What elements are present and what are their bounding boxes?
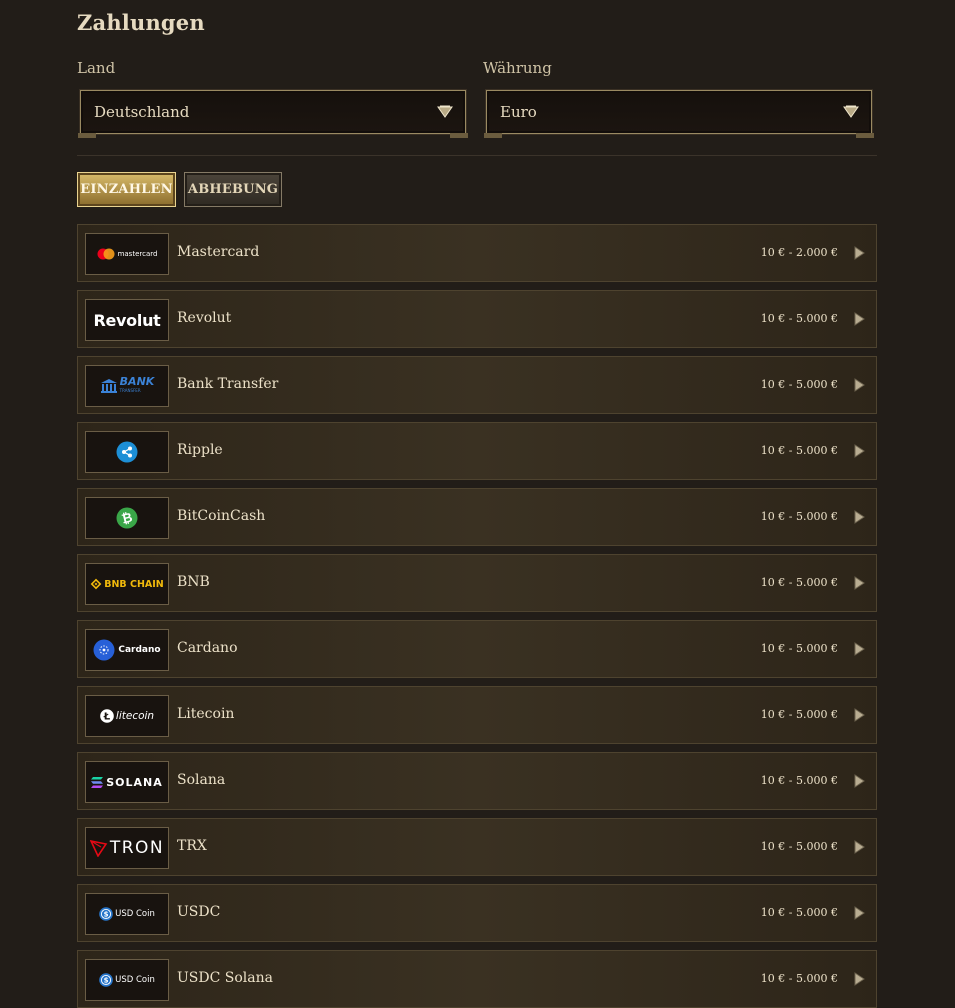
- tab-einzahlen[interactable]: EINZAHLEN: [77, 172, 176, 207]
- svg-text:$: $: [104, 911, 109, 919]
- payment-method-name: Cardano: [177, 640, 238, 656]
- play-arrow-icon[interactable]: [853, 971, 865, 987]
- bank-icon: [100, 379, 117, 393]
- logo-text: Cardano: [118, 645, 161, 655]
- country-select[interactable]: Deutschland: [78, 90, 468, 138]
- mastercard-circles-icon: [97, 248, 115, 260]
- country-label: Land: [77, 59, 116, 77]
- currency-select[interactable]: Euro: [484, 90, 874, 138]
- ripple-icon: [116, 441, 138, 463]
- payment-method-row[interactable]: mastercard Mastercard 10 € - 2.000 €: [77, 224, 877, 282]
- tron-logo: TRON: [85, 827, 169, 869]
- play-arrow-icon[interactable]: [853, 575, 865, 591]
- payment-method-limit: 10 € - 5.000 €: [760, 774, 838, 787]
- logo-text: BNB CHAIN: [104, 578, 164, 590]
- chevron-down-icon: [437, 105, 453, 118]
- payment-method-row[interactable]: BANK TRANSFER Bank Transfer 10 € - 5.000 €: [77, 356, 877, 414]
- payment-method-row[interactable]: $ USD Coin USDC 10 € - 5.000 €: [77, 884, 877, 942]
- play-arrow-icon[interactable]: [853, 773, 865, 789]
- page-title: Zahlungen: [77, 10, 205, 35]
- payment-method-name: USDC Solana: [177, 970, 273, 986]
- play-arrow-icon[interactable]: [853, 509, 865, 525]
- logo-subtext: TRANSFER: [119, 388, 141, 393]
- payment-method-limit: 10 € - 2.000 €: [760, 246, 838, 259]
- payment-method-name: Revolut: [177, 310, 232, 326]
- usd-coin-icon: $: [99, 907, 113, 921]
- payment-method-limit: 10 € - 5.000 €: [760, 378, 838, 391]
- payment-method-limit: 10 € - 5.000 €: [760, 510, 838, 523]
- play-arrow-icon[interactable]: [853, 311, 865, 327]
- ripple-logo: [85, 431, 169, 473]
- mastercard-logo: mastercard: [85, 233, 169, 275]
- divider: [77, 155, 877, 156]
- play-arrow-icon[interactable]: [853, 443, 865, 459]
- payment-method-row[interactable]: Ripple 10 € - 5.000 €: [77, 422, 877, 480]
- bitcoincash-logo: ₿: [85, 497, 169, 539]
- usd-coin-logo: $ USD Coin: [85, 959, 169, 1001]
- payment-method-name: Solana: [177, 772, 226, 788]
- payment-method-name: Litecoin: [177, 706, 235, 722]
- payment-method-row[interactable]: TRON TRX 10 € - 5.000 €: [77, 818, 877, 876]
- play-arrow-icon[interactable]: [853, 839, 865, 855]
- chevron-down-icon: [843, 105, 859, 118]
- tron-icon: [89, 839, 108, 857]
- litecoin-logo: Łlitecoin: [85, 695, 169, 737]
- payment-method-limit: 10 € - 5.000 €: [760, 642, 838, 655]
- currency-select-value: Euro: [500, 103, 537, 121]
- svg-text:$: $: [104, 977, 109, 985]
- payment-method-limit: 10 € - 5.000 €: [760, 312, 838, 325]
- play-arrow-icon[interactable]: [853, 707, 865, 723]
- payment-method-name: USDC: [177, 904, 221, 920]
- play-arrow-icon[interactable]: [853, 377, 865, 393]
- logo-text: SOLANA: [106, 775, 163, 789]
- logo-text: USD Coin: [115, 975, 155, 985]
- logo-text: TRON: [109, 838, 165, 858]
- bnb-chain-logo: BNB CHAIN: [85, 563, 169, 605]
- logo-text: mastercard: [117, 250, 158, 258]
- tab-abhebung[interactable]: ABHEBUNG: [184, 172, 282, 207]
- payment-method-row[interactable]: Łlitecoin Litecoin 10 € - 5.000 €: [77, 686, 877, 744]
- usd-coin-icon: $: [99, 973, 113, 987]
- payment-method-row[interactable]: $ USD Coin USDC Solana 10 € - 5.000 €: [77, 950, 877, 1008]
- payment-method-name: BitCoinCash: [177, 508, 266, 524]
- play-arrow-icon[interactable]: [853, 245, 865, 261]
- usd-coin-logo: $ USD Coin: [85, 893, 169, 935]
- currency-label: Währung: [483, 59, 552, 77]
- payment-method-name: Ripple: [177, 442, 223, 458]
- svg-text:Ł: Ł: [103, 712, 111, 723]
- payment-method-row[interactable]: SOLANA Solana 10 € - 5.000 €: [77, 752, 877, 810]
- payment-method-limit: 10 € - 5.000 €: [760, 708, 838, 721]
- cardano-icon: [93, 639, 115, 661]
- revolut-logo: Revolut: [85, 299, 169, 341]
- payment-method-limit: 10 € - 5.000 €: [760, 840, 838, 853]
- bitcoincash-icon: ₿: [116, 507, 138, 529]
- solana-logo: SOLANA: [85, 761, 169, 803]
- cardano-logo: Cardano: [85, 629, 169, 671]
- play-arrow-icon[interactable]: [853, 641, 865, 657]
- payment-method-row[interactable]: BNB CHAIN BNB 10 € - 5.000 €: [77, 554, 877, 612]
- payment-method-name: Bank Transfer: [177, 376, 279, 392]
- play-arrow-icon[interactable]: [853, 905, 865, 921]
- bnb-icon: [90, 578, 102, 590]
- bank-transfer-logo: BANK TRANSFER: [85, 365, 169, 407]
- logo-text: Revolut: [93, 310, 161, 330]
- logo-text: litecoin: [115, 710, 155, 722]
- logo-text: USD Coin: [115, 909, 155, 919]
- litecoin-icon: Ł: [100, 709, 114, 723]
- payment-method-limit: 10 € - 5.000 €: [760, 576, 838, 589]
- logo-text: BANK: [119, 375, 155, 388]
- payment-method-name: BNB: [177, 574, 210, 590]
- payment-method-row[interactable]: Cardano Cardano 10 € - 5.000 €: [77, 620, 877, 678]
- payment-method-name: Mastercard: [177, 244, 260, 260]
- solana-icon: [91, 776, 104, 788]
- payment-method-limit: 10 € - 5.000 €: [760, 972, 838, 985]
- payment-method-row[interactable]: ₿ BitCoinCash 10 € - 5.000 €: [77, 488, 877, 546]
- payment-method-limit: 10 € - 5.000 €: [760, 906, 838, 919]
- payment-method-name: TRX: [177, 838, 207, 854]
- country-select-value: Deutschland: [94, 103, 190, 121]
- payment-method-row[interactable]: Revolut Revolut 10 € - 5.000 €: [77, 290, 877, 348]
- payment-method-limit: 10 € - 5.000 €: [760, 444, 838, 457]
